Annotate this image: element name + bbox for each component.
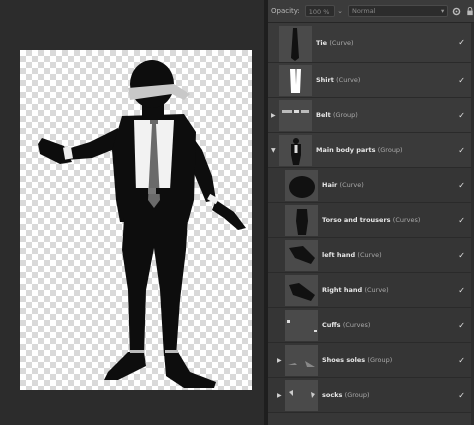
layer-thumbnail bbox=[285, 345, 318, 376]
visibility-check-icon[interactable]: ✓ bbox=[458, 273, 465, 308]
layer-thumbnail bbox=[285, 380, 318, 411]
layer-row-torso-and-trousers[interactable]: Torso and trousers (Curves) ✓ bbox=[268, 203, 474, 238]
gear-icon[interactable] bbox=[452, 6, 461, 16]
layer-list: Tie (Curve) ✓ Shirt (Curve) ✓ ▶ Belt (Gr… bbox=[268, 23, 474, 413]
layer-thumbnail bbox=[285, 310, 318, 341]
layer-row-main-body-parts[interactable]: ▼ Main body parts (Group) ✓ bbox=[268, 133, 474, 168]
layer-toolbar: Opacity: 100 % ⌄ Normal ▾ bbox=[268, 0, 474, 23]
visibility-check-icon[interactable]: ✓ bbox=[458, 133, 465, 168]
layer-row-belt[interactable]: ▶ Belt (Group) ✓ bbox=[268, 98, 474, 133]
expand-arrow-icon[interactable]: ▶ bbox=[277, 343, 282, 378]
layer-name: Right hand (Curve) bbox=[322, 286, 389, 294]
document-canvas[interactable] bbox=[20, 50, 252, 390]
layer-thumbnail bbox=[285, 170, 318, 201]
layer-name: Shirt (Curve) bbox=[316, 76, 361, 84]
layer-row-cuffs[interactable]: Cuffs (Curves) ✓ bbox=[268, 308, 474, 343]
layer-thumbnail bbox=[279, 26, 312, 62]
visibility-check-icon[interactable]: ✓ bbox=[458, 308, 465, 343]
layer-row-right-hand[interactable]: Right hand (Curve) ✓ bbox=[268, 273, 474, 308]
visibility-check-icon[interactable]: ✓ bbox=[458, 168, 465, 203]
collapse-arrow-icon[interactable]: ▼ bbox=[271, 133, 276, 168]
opacity-input[interactable]: 100 % bbox=[304, 5, 336, 17]
layer-thumbnail bbox=[279, 100, 312, 131]
layer-name: Belt (Group) bbox=[316, 111, 358, 119]
layer-name: left hand (Curve) bbox=[322, 251, 382, 259]
visibility-check-icon[interactable]: ✓ bbox=[458, 203, 465, 238]
layer-thumbnail bbox=[285, 240, 318, 271]
layer-row-hair[interactable]: Hair (Curve) ✓ bbox=[268, 168, 474, 203]
canvas-area[interactable] bbox=[0, 0, 264, 425]
layers-panel: Opacity: 100 % ⌄ Normal ▾ Tie (Curve) ✓ S… bbox=[268, 0, 474, 425]
layer-row-left-hand[interactable]: left hand (Curve) ✓ bbox=[268, 238, 474, 273]
visibility-check-icon[interactable]: ✓ bbox=[458, 63, 465, 98]
layer-name: Main body parts (Group) bbox=[316, 146, 403, 154]
layer-thumbnail bbox=[285, 275, 318, 306]
layer-name: Torso and trousers (Curves) bbox=[322, 216, 421, 224]
visibility-check-icon[interactable]: ✓ bbox=[458, 23, 465, 63]
layer-thumbnail bbox=[285, 205, 318, 236]
expand-arrow-icon[interactable]: ▶ bbox=[277, 378, 282, 413]
chevron-down-icon: ▾ bbox=[441, 7, 445, 15]
layer-name: Shoes soles (Group) bbox=[322, 356, 393, 364]
layer-name: Tie (Curve) bbox=[316, 39, 354, 47]
visibility-check-icon[interactable]: ✓ bbox=[458, 378, 465, 413]
visibility-check-icon[interactable]: ✓ bbox=[458, 238, 465, 273]
blend-mode-select[interactable]: Normal ▾ bbox=[348, 5, 449, 17]
layer-thumbnail bbox=[279, 65, 312, 96]
layer-row-shirt[interactable]: Shirt (Curve) ✓ bbox=[268, 63, 474, 98]
layer-thumbnail bbox=[279, 135, 312, 166]
layer-row-shoes-soles[interactable]: ▶ Shoes soles (Group) ✓ bbox=[268, 343, 474, 378]
layer-name: Hair (Curve) bbox=[322, 181, 364, 189]
lock-icon[interactable] bbox=[465, 6, 474, 16]
blend-mode-value: Normal bbox=[352, 7, 376, 15]
layer-row-socks[interactable]: ▶ socks (Group) ✓ bbox=[268, 378, 474, 413]
expand-arrow-icon[interactable]: ▶ bbox=[271, 98, 276, 133]
visibility-check-icon[interactable]: ✓ bbox=[458, 98, 465, 133]
chevron-down-icon[interactable]: ⌄ bbox=[337, 7, 343, 15]
visibility-check-icon[interactable]: ✓ bbox=[458, 343, 465, 378]
layer-name: Cuffs (Curves) bbox=[322, 321, 371, 329]
opacity-label: Opacity: bbox=[271, 7, 300, 15]
layer-name: socks (Group) bbox=[322, 391, 370, 399]
layer-row-tie[interactable]: Tie (Curve) ✓ bbox=[268, 23, 474, 63]
suit-figure-illustration bbox=[38, 60, 246, 388]
